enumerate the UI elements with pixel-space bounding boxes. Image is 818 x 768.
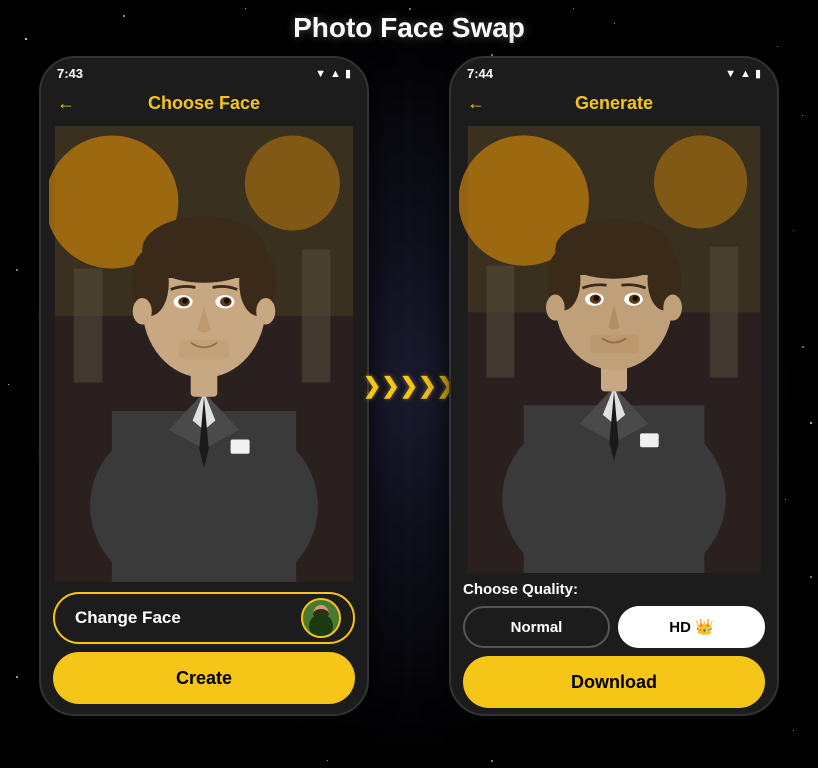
hd-label: HD 👑 [669,619,714,636]
right-status-bar: 7:44 ▼ ▲ ▮ [451,58,777,85]
arrow-chevron-3: ❯ [400,373,418,399]
right-status-time: 7:44 [467,66,493,81]
left-phone-bottom: Change Face Create [41,582,367,714]
right-wifi-icon: ▲ [740,68,751,80]
quality-buttons: Normal HD 👑 [463,606,765,648]
create-button[interactable]: Create [53,652,355,704]
arrow-chevron-2: ❯ [381,373,399,399]
left-status-icons: ▼ ▲ ▮ [315,67,351,80]
left-person-image-container [49,126,359,582]
arrows: ❯ ❯ ❯ ❯ ❯ [363,373,455,399]
left-phone-header: ← Choose Face [41,85,367,126]
signal-icon: ▼ [315,68,326,80]
arrow-container: ❯ ❯ ❯ ❯ ❯ [369,373,449,399]
left-person-svg [49,126,359,582]
left-back-arrow[interactable]: ← [57,93,75,114]
app-title: Photo Face Swap [293,12,525,44]
right-phone: 7:44 ▼ ▲ ▮ ← Generate [449,56,779,716]
face-thumbnail [301,598,341,638]
arrow-chevron-1: ❯ [363,373,381,399]
normal-quality-button[interactable]: Normal [463,606,610,648]
right-person-image-container [459,126,769,573]
battery-icon: ▮ [345,67,351,80]
normal-label: Normal [511,619,563,636]
left-status-time: 7:43 [57,66,83,81]
right-status-icons: ▼ ▲ ▮ [725,67,761,80]
hd-quality-button[interactable]: HD 👑 [618,606,765,648]
left-header-title: Choose Face [148,93,260,114]
right-header-title: Generate [575,93,653,114]
download-label: Download [571,672,657,692]
download-button[interactable]: Download [463,656,765,708]
choose-quality-section: Choose Quality: Normal HD 👑 Download [451,573,777,714]
phones-container: 7:43 ▼ ▲ ▮ ← Choose Face [39,56,779,716]
create-label: Create [176,668,232,688]
right-back-arrow[interactable]: ← [467,93,485,114]
choose-quality-label: Choose Quality: [463,581,765,598]
left-status-bar: 7:43 ▼ ▲ ▮ [41,58,367,85]
arrow-chevron-4: ❯ [418,373,436,399]
wifi-icon: ▲ [330,68,341,80]
thumbnail-svg [303,600,339,636]
right-phone-header: ← Generate [451,85,777,126]
change-face-button[interactable]: Change Face [53,592,355,644]
right-person-svg [459,126,769,573]
right-battery-icon: ▮ [755,67,761,80]
left-phone: 7:43 ▼ ▲ ▮ ← Choose Face [39,56,369,716]
right-signal-icon: ▼ [725,68,736,80]
change-face-label: Change Face [75,608,181,628]
